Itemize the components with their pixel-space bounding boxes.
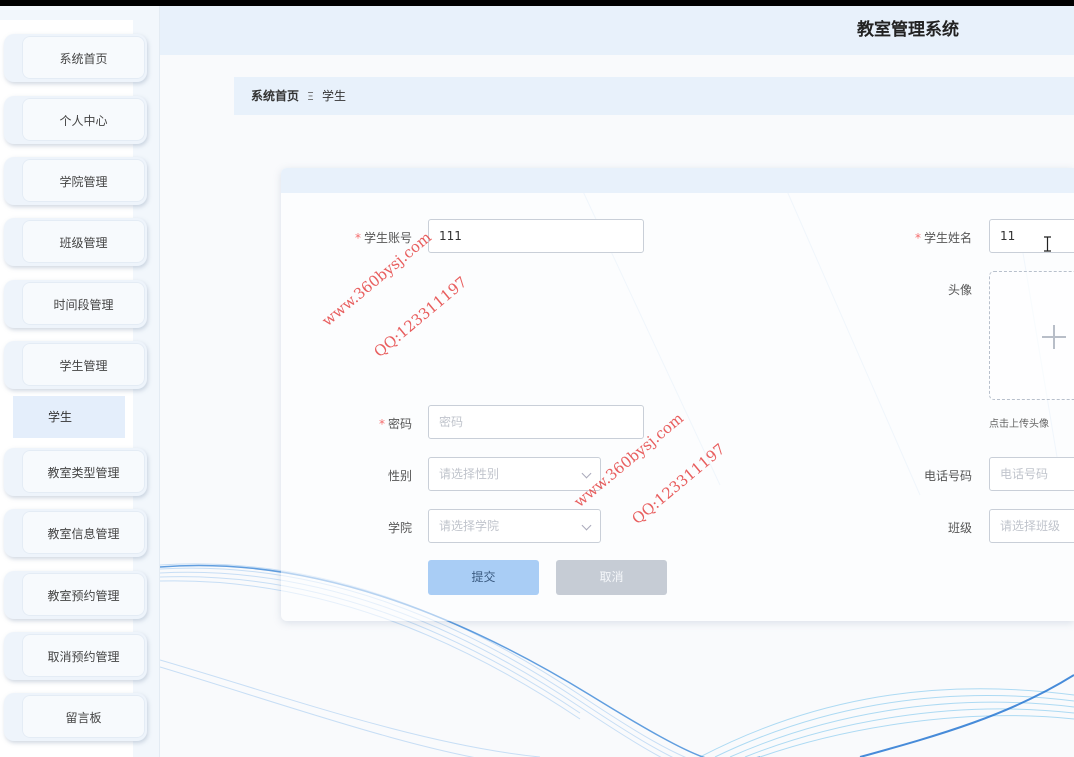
sidebar-item-label: 学生管理 <box>59 359 108 373</box>
form-card-header <box>281 168 1074 193</box>
account-input[interactable] <box>428 219 644 253</box>
sidebar-item-timeslot-management[interactable]: 时间段管理 <box>4 280 147 328</box>
password-input[interactable] <box>428 405 644 439</box>
sidebar-item-label: 时间段管理 <box>53 298 114 312</box>
name-input[interactable] <box>989 219 1074 253</box>
sidebar-item-cancel-reservation-management[interactable]: 取消预约管理 <box>4 632 147 680</box>
sidebar-item-college-management[interactable]: 学院管理 <box>4 157 147 205</box>
sidebar-item-message-board[interactable]: 留言板 <box>4 693 147 741</box>
name-label-text: 学生姓名 <box>923 231 972 245</box>
sidebar-item-label: 个人中心 <box>59 114 108 128</box>
required-mark: * <box>378 417 385 431</box>
required-mark: * <box>354 231 361 245</box>
college-label: 学院 <box>387 521 412 535</box>
sidebar-item-label: 教室类型管理 <box>47 466 120 480</box>
submit-button[interactable]: 提交 <box>428 560 539 595</box>
breadcrumb-home[interactable]: 系统首页 <box>251 89 299 103</box>
chevron-down-icon <box>581 468 592 479</box>
avatar-upload-tip[interactable]: 点击上传头像 <box>989 415 1049 430</box>
class-select[interactable]: 请选择班级 <box>989 509 1074 543</box>
phone-input[interactable] <box>989 457 1074 491</box>
sidebar-item-label: 学院管理 <box>59 175 108 189</box>
college-select-placeholder: 请选择学院 <box>439 519 500 533</box>
sidebar-item-label: 教室预约管理 <box>47 589 120 603</box>
app-title: 教室管理系统 <box>857 20 959 40</box>
sidebar-item-label: 系统首页 <box>59 52 108 66</box>
avatar-label: 头像 <box>947 283 972 297</box>
plus-icon <box>1042 325 1066 349</box>
phone-label: 电话号码 <box>923 469 972 483</box>
required-mark: * <box>914 231 921 245</box>
sidebar-item-personal-center[interactable]: 个人中心 <box>4 96 147 144</box>
sidebar-subitem-student[interactable]: 学生 <box>13 396 125 438</box>
class-select-placeholder: 请选择班级 <box>1000 519 1061 533</box>
sidebar-item-classroom-type-management[interactable]: 教室类型管理 <box>4 448 147 496</box>
breadcrumb-separator-icon: Ξ <box>307 90 314 103</box>
breadcrumb: 系统首页 Ξ 学生 <box>234 77 1074 115</box>
class-label: 班级 <box>947 521 972 535</box>
college-select[interactable]: 请选择学院 <box>428 509 601 543</box>
header-bar: 教室管理系统 <box>160 6 1074 55</box>
gender-select-placeholder: 请选择性别 <box>439 467 500 481</box>
gender-label: 性别 <box>387 469 412 483</box>
password-label-text: 密码 <box>387 417 412 431</box>
breadcrumb-current: 学生 <box>321 89 346 103</box>
sidebar-item-class-management[interactable]: 班级管理 <box>4 218 147 266</box>
sidebar: 系统首页 个人中心 学院管理 班级管理 时间段管理 学生管理 学生 教室类型管理… <box>0 6 160 757</box>
sidebar-item-home[interactable]: 系统首页 <box>4 34 147 82</box>
gender-select[interactable]: 请选择性别 <box>428 457 601 491</box>
sidebar-item-label: 取消预约管理 <box>47 650 120 664</box>
sidebar-item-student-management[interactable]: 学生管理 <box>4 341 147 389</box>
sidebar-item-classroom-info-management[interactable]: 教室信息管理 <box>4 509 147 557</box>
avatar-upload[interactable] <box>989 271 1074 400</box>
account-label: * 学生账号 <box>340 229 412 246</box>
chevron-down-icon <box>581 520 592 531</box>
sidebar-item-label: 留言板 <box>65 711 102 725</box>
sidebar-item-label: 教室信息管理 <box>47 527 120 541</box>
sidebar-item-reservation-management[interactable]: 教室预约管理 <box>4 571 147 619</box>
password-label: * 密码 <box>360 415 412 432</box>
name-label: * 学生姓名 <box>900 229 972 246</box>
sidebar-item-label: 班级管理 <box>59 236 108 250</box>
cancel-button[interactable]: 取消 <box>556 560 667 595</box>
text-cursor-icon <box>1044 236 1051 252</box>
